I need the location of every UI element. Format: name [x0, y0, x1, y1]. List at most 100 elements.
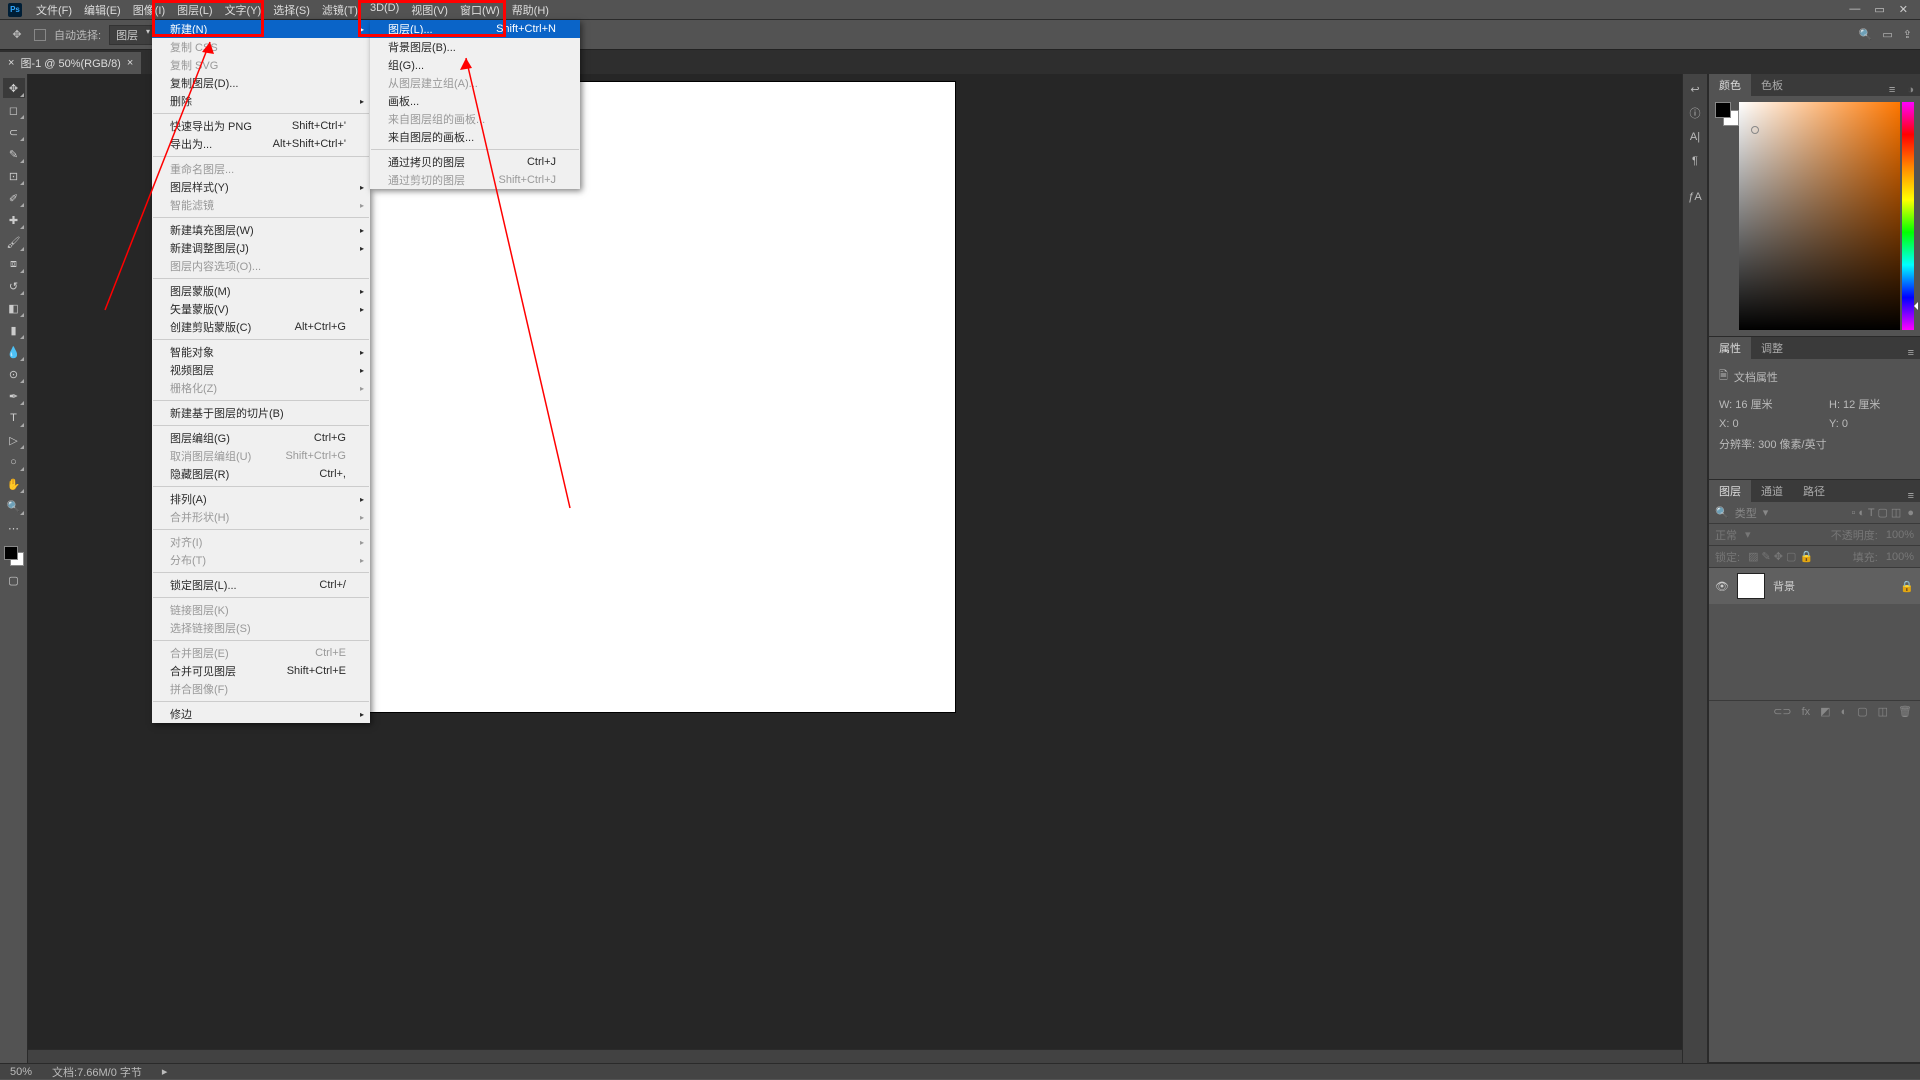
arrange-icon[interactable]: ▭: [1882, 28, 1892, 41]
menu-item[interactable]: 来自图层的画板...: [370, 128, 580, 146]
document-tab[interactable]: × 图-1 @ 50%(RGB/8) ×: [0, 52, 141, 74]
menu-item[interactable]: 通过拷贝的图层Ctrl+J: [370, 153, 580, 171]
para-icon[interactable]: ¶: [1684, 150, 1706, 172]
group-icon[interactable]: ▢: [1857, 705, 1867, 718]
blend-mode[interactable]: 正常: [1715, 527, 1737, 543]
color-field[interactable]: [1739, 102, 1900, 330]
menu-item[interactable]: 修边: [152, 705, 370, 723]
menu-item[interactable]: 图层(L)...Shift+Ctrl+N: [370, 20, 580, 38]
visibility-icon[interactable]: 👁: [1715, 580, 1729, 593]
path-select-tool[interactable]: ▷: [3, 430, 25, 450]
menu-item[interactable]: 视频图层: [152, 361, 370, 379]
hand-tool[interactable]: ✋: [3, 474, 25, 494]
fill-value[interactable]: 100%: [1886, 551, 1914, 563]
opacity-value[interactable]: 100%: [1886, 529, 1914, 541]
layer-item[interactable]: 👁 背景 🔒: [1709, 568, 1920, 604]
panel-menu-icon[interactable]: ≡: [1902, 347, 1920, 359]
fx-icon[interactable]: fx: [1802, 706, 1811, 718]
menu-3[interactable]: 图层(L): [171, 0, 218, 20]
hue-slider[interactable]: [1902, 102, 1914, 330]
zoom-status[interactable]: 50%: [10, 1066, 32, 1078]
menu-item[interactable]: 矢量蒙版(V): [152, 300, 370, 318]
autoselect-checkbox[interactable]: [34, 29, 46, 41]
move-tool[interactable]: ✥: [3, 78, 25, 98]
tab-paths[interactable]: 路径: [1793, 480, 1835, 502]
menu-item[interactable]: 智能对象: [152, 343, 370, 361]
type-tool[interactable]: T: [3, 408, 25, 428]
share-icon[interactable]: ⇪: [1903, 28, 1912, 41]
adj-icon[interactable]: ◐: [1841, 706, 1848, 718]
info-icon[interactable]: ⓘ: [1684, 102, 1706, 124]
menu-9[interactable]: 窗口(W): [454, 0, 506, 20]
edit-toolbar[interactable]: ⋯: [3, 518, 25, 538]
doc-status[interactable]: 文档:7.66M/0 字节: [52, 1064, 142, 1080]
menu-7[interactable]: 3D(D): [364, 0, 405, 20]
menu-1[interactable]: 编辑(E): [78, 0, 127, 20]
autoselect-dropdown[interactable]: 图层: [109, 25, 153, 45]
quick-select-tool[interactable]: ✎: [3, 144, 25, 164]
dodge-tool[interactable]: ⊙: [3, 364, 25, 384]
menu-item[interactable]: 复制图层(D)...: [152, 74, 370, 92]
lasso-tool[interactable]: ⊂: [3, 122, 25, 142]
menu-item[interactable]: 新建(N): [152, 20, 370, 38]
tab-close-icon[interactable]: ×: [8, 57, 14, 69]
healing-tool[interactable]: ✚: [3, 210, 25, 230]
char-icon[interactable]: A|: [1684, 126, 1706, 148]
eraser-tool[interactable]: ◧: [3, 298, 25, 318]
menu-item[interactable]: 画板...: [370, 92, 580, 110]
menu-item[interactable]: 锁定图层(L)...Ctrl+/: [152, 576, 370, 594]
panel-menu-icon[interactable]: ≡: [1902, 490, 1920, 502]
minimize-icon[interactable]: —: [1849, 3, 1860, 16]
layer-name[interactable]: 背景: [1773, 578, 1795, 594]
filter-kind[interactable]: 类型: [1735, 505, 1757, 521]
menu-item[interactable]: 新建填充图层(W): [152, 221, 370, 239]
new-layer-icon[interactable]: ◫: [1878, 705, 1888, 718]
cc-icon[interactable]: ◑: [1901, 84, 1920, 96]
status-arrow-icon[interactable]: ▸: [162, 1065, 168, 1078]
tab-properties[interactable]: 属性: [1709, 337, 1751, 359]
pen-tool[interactable]: ✒: [3, 386, 25, 406]
menu-item[interactable]: 图层编组(G)Ctrl+G: [152, 429, 370, 447]
menu-item[interactable]: 新建基于图层的切片(B): [152, 404, 370, 422]
shape-tool[interactable]: ○: [3, 452, 25, 472]
menu-10[interactable]: 帮助(H): [506, 0, 555, 20]
history-icon[interactable]: ↩: [1684, 78, 1706, 100]
crop-tool[interactable]: ⊡: [3, 166, 25, 186]
tab-swatches[interactable]: 色板: [1751, 74, 1793, 96]
menu-0[interactable]: 文件(F): [30, 0, 78, 20]
panel-menu-icon[interactable]: ≡: [1883, 84, 1901, 96]
foreground-swatch[interactable]: [4, 546, 18, 560]
maximize-icon[interactable]: ▭: [1874, 3, 1884, 16]
menu-item[interactable]: 图层样式(Y): [152, 178, 370, 196]
color-swatches[interactable]: [2, 544, 26, 568]
menu-item[interactable]: 创建剪贴蒙版(C)Alt+Ctrl+G: [152, 318, 370, 336]
menu-2[interactable]: 图像(I): [127, 0, 171, 20]
menu-item[interactable]: 图层蒙版(M): [152, 282, 370, 300]
trash-icon[interactable]: 🗑: [1898, 705, 1912, 718]
menu-8[interactable]: 视图(V): [405, 0, 454, 20]
stamp-tool[interactable]: ⧈: [3, 254, 25, 274]
lock-icon[interactable]: 🔒: [1900, 580, 1914, 593]
tab-adjustments[interactable]: 调整: [1751, 337, 1793, 359]
tab-channels[interactable]: 通道: [1751, 480, 1793, 502]
menu-item[interactable]: 删除: [152, 92, 370, 110]
menu-item[interactable]: 导出为...Alt+Shift+Ctrl+': [152, 135, 370, 153]
menu-item[interactable]: 隐藏图层(R)Ctrl+,: [152, 465, 370, 483]
tab-color[interactable]: 颜色: [1709, 74, 1751, 96]
blur-tool[interactable]: 💧: [3, 342, 25, 362]
history-brush-tool[interactable]: ↺: [3, 276, 25, 296]
menu-item[interactable]: 排列(A): [152, 490, 370, 508]
search-icon[interactable]: 🔍: [1859, 28, 1873, 41]
menu-item[interactable]: 快速导出为 PNGShift+Ctrl+': [152, 117, 370, 135]
mask-icon[interactable]: ◩: [1820, 705, 1830, 718]
layer-thumb[interactable]: [1737, 573, 1765, 599]
menu-item[interactable]: 组(G)...: [370, 56, 580, 74]
menu-item[interactable]: 合并可见图层Shift+Ctrl+E: [152, 662, 370, 680]
tab-close-icon[interactable]: ×: [127, 57, 133, 69]
glyph-icon[interactable]: ƒA: [1684, 186, 1706, 208]
tab-layers[interactable]: 图层: [1709, 480, 1751, 502]
menu-5[interactable]: 选择(S): [267, 0, 316, 20]
zoom-tool[interactable]: 🔍: [3, 496, 25, 516]
menu-4[interactable]: 文字(Y): [219, 0, 268, 20]
horizontal-scrollbar[interactable]: [28, 1049, 1682, 1063]
